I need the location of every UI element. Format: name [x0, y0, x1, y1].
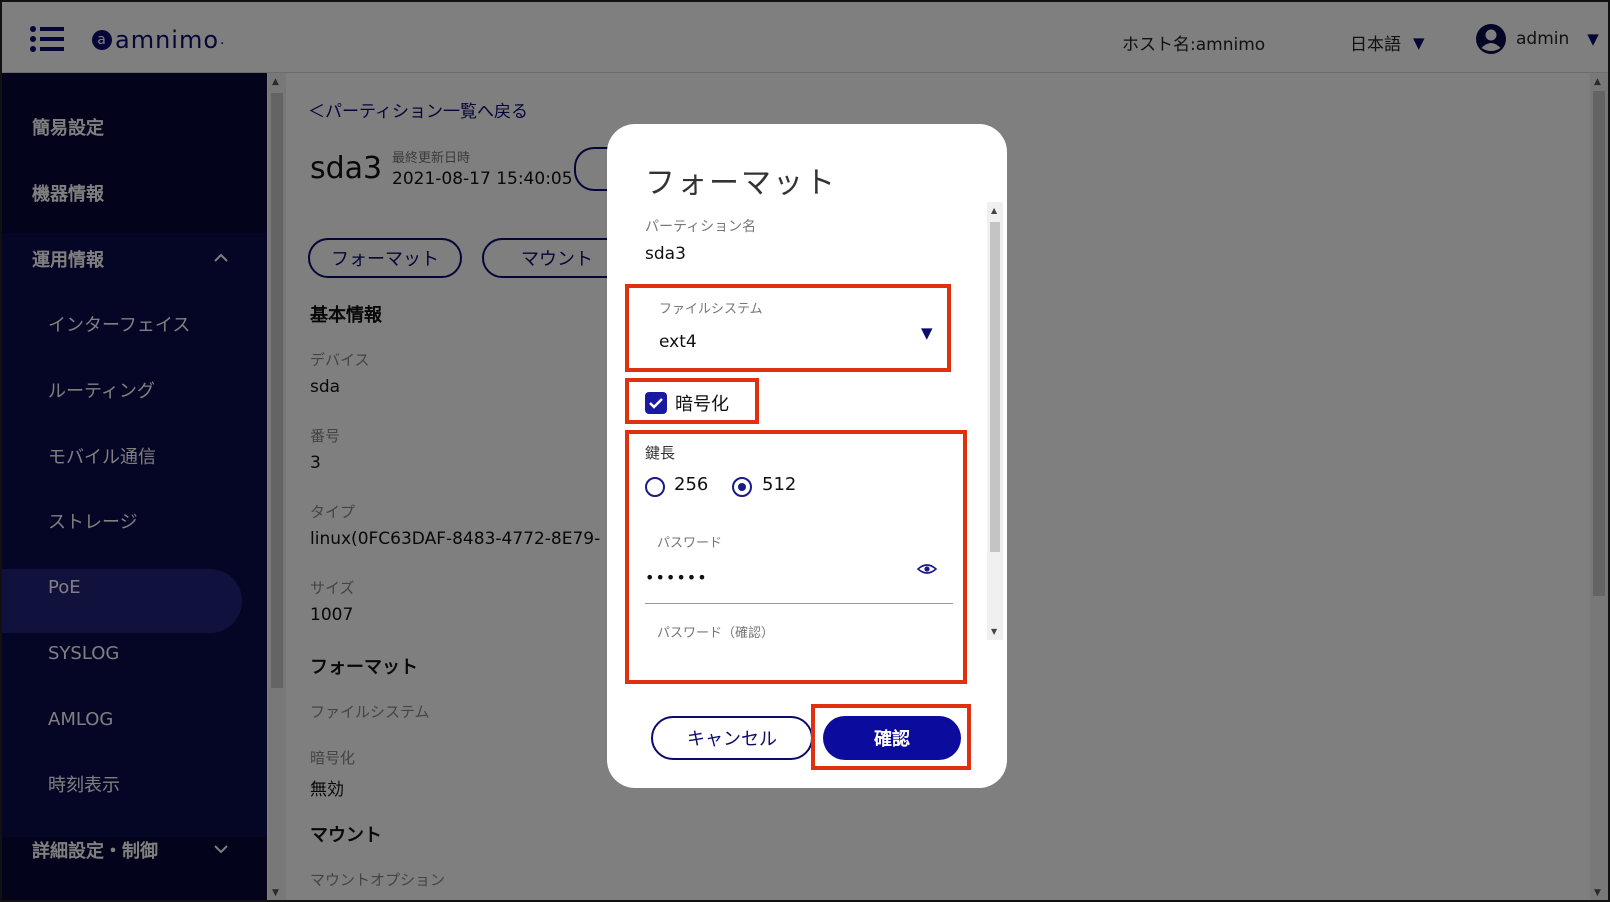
- encrypt-checkbox[interactable]: [645, 392, 667, 414]
- password-field[interactable]: ••••••: [645, 568, 708, 587]
- partition-value: sda3: [645, 244, 686, 264]
- key-256-label[interactable]: 256: [674, 474, 708, 495]
- key-512-radio[interactable]: [732, 477, 752, 497]
- filesystem-select[interactable]: ext4: [659, 332, 697, 352]
- key-256-radio[interactable]: [645, 477, 665, 497]
- format-dialog: フォーマット ▲ ▼ パーティション名 sda3 ファイルシステム ext4 ▼…: [607, 124, 1007, 788]
- partition-label: パーティション名: [645, 219, 757, 235]
- encrypt-label[interactable]: 暗号化: [675, 390, 729, 416]
- filesystem-label: ファイルシステム: [659, 302, 763, 317]
- cancel-button[interactable]: キャンセル: [651, 716, 813, 760]
- scroll-down-arrow-icon[interactable]: ▼: [991, 627, 997, 636]
- dropdown-arrow-icon[interactable]: ▼: [921, 324, 933, 342]
- scroll-up-arrow-icon[interactable]: ▲: [991, 206, 997, 215]
- password-label: パスワード: [657, 536, 723, 551]
- check-icon: [649, 398, 663, 409]
- password-confirm-label[interactable]: パスワード（確認）: [657, 622, 774, 641]
- confirm-button[interactable]: 確認: [823, 716, 961, 760]
- highlight-box-key: [625, 430, 967, 684]
- key-length-label: 鍵長: [645, 444, 676, 462]
- scrollbar-thumb[interactable]: [990, 222, 1000, 552]
- key-512-label[interactable]: 512: [762, 474, 796, 495]
- dialog-scrollbar[interactable]: ▲ ▼: [987, 202, 1003, 640]
- app-window: a amnimo . ホスト名:amnimo 日本語 ▼ admin ▼ 簡易設…: [0, 0, 1610, 902]
- radio-selected-dot: [738, 483, 746, 491]
- dialog-title: フォーマット: [645, 166, 837, 201]
- password-underline: [645, 603, 953, 604]
- eye-icon[interactable]: [917, 562, 937, 576]
